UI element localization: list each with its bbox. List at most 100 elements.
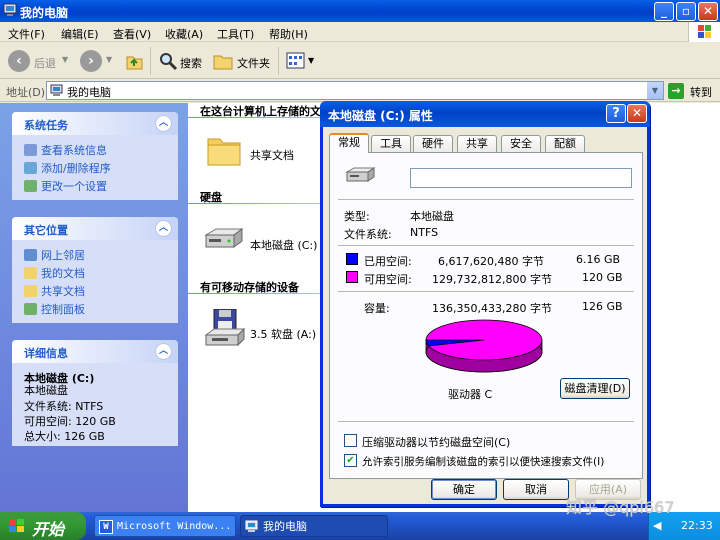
toolbar: ‹ 后退 ▼ › ▼ 搜索 文件夹 ▼ xyxy=(0,43,720,79)
start-label[interactable]: 开始 xyxy=(32,516,64,540)
drive-label: 驱动器 C xyxy=(448,388,493,401)
shared-documents-item[interactable]: 共享文档 xyxy=(206,133,326,173)
up-folder-icon[interactable] xyxy=(124,51,144,71)
shared-documents-label[interactable]: 共享文档 xyxy=(41,285,85,298)
forward-icon[interactable]: › xyxy=(80,50,102,72)
filesystem-value: NTFS xyxy=(410,226,439,239)
menu-file[interactable]: 文件(F) xyxy=(8,26,45,42)
index-label[interactable]: 允许索引服务编制该磁盘的索引以便快速搜索文件(I) xyxy=(362,454,604,469)
tab-general[interactable]: 常规 xyxy=(329,133,369,153)
taskbar-item-my-computer-label[interactable]: 我的电脑 xyxy=(263,520,307,533)
my-documents-label[interactable]: 我的文档 xyxy=(41,267,85,280)
collapse-chevron-icon[interactable]: ︿ xyxy=(155,115,172,132)
views-dropdown-icon[interactable]: ▼ xyxy=(308,56,314,65)
control-panel-icon xyxy=(24,303,37,315)
volume-label-input[interactable] xyxy=(410,168,632,188)
ok-button[interactable]: 确定 xyxy=(431,479,497,500)
menu-edit[interactable]: 编辑(E) xyxy=(61,26,99,42)
dialog-titlebar[interactable]: 本地磁盘 (C:) 属性 ? ✕ xyxy=(320,101,650,127)
used-space-label: 已用空间: xyxy=(364,255,412,268)
folder-icon xyxy=(206,133,242,167)
help-button[interactable]: ? xyxy=(606,104,626,123)
other-places-header[interactable]: 其它位置 ︿ xyxy=(12,217,178,240)
free-space-swatch xyxy=(346,271,358,283)
task-pane: 系统任务 ︿ 查看系统信息 添加/删除程序 更改一个设置 其它位置 ︿ 网上邻居 我… xyxy=(0,103,188,512)
capacity-gb: 126 GB xyxy=(582,300,623,313)
tab-strip: 常规 工具 硬件 共享 安全 配额 xyxy=(329,133,643,153)
menu-view[interactable]: 查看(V) xyxy=(113,26,151,42)
address-dropdown-icon[interactable]: ▼ xyxy=(647,82,663,99)
general-tab-panel: 类型: 本地磁盘 文件系统: NTFS 已用空间: 6,617,620,480 … xyxy=(329,152,643,479)
add-remove-icon xyxy=(24,162,37,174)
compress-label[interactable]: 压缩驱动器以节约磁盘空间(C) xyxy=(362,434,510,450)
folder-icon xyxy=(24,267,37,279)
shared-documents-link[interactable]: 共享文档 xyxy=(24,283,85,299)
go-arrow-icon[interactable]: → xyxy=(668,83,684,99)
view-system-info-label[interactable]: 查看系统信息 xyxy=(41,144,107,157)
menu-favorites[interactable]: 收藏(A) xyxy=(165,26,203,42)
system-info-icon xyxy=(24,144,37,156)
add-remove-programs-link[interactable]: 添加/删除程序 xyxy=(24,160,111,176)
network-icon xyxy=(24,249,37,261)
control-panel-label[interactable]: 控制面板 xyxy=(41,303,85,316)
window-title: 我的电脑 xyxy=(20,6,69,20)
taskbar-item-word[interactable]: W Microsoft Window... xyxy=(94,515,236,537)
tab-hardware[interactable]: 硬件 xyxy=(413,135,453,152)
windows-logo-icon xyxy=(8,518,26,534)
window-titlebar[interactable]: 我的电脑 _ ▫ ✕ xyxy=(0,0,720,22)
back-label[interactable]: 后退 xyxy=(34,55,56,71)
views-icon[interactable] xyxy=(286,51,306,71)
watermark: 知乎 @qpi667 xyxy=(566,498,675,517)
details-kind: 本地磁盘 xyxy=(24,384,68,397)
capacity-bytes: 136,350,433,280 字节 xyxy=(432,302,552,315)
disk-cleanup-button[interactable]: 磁盘清理(D) xyxy=(560,378,630,399)
minimize-button[interactable]: _ xyxy=(654,2,674,21)
go-button[interactable]: → 转到 xyxy=(668,82,718,100)
my-computer-icon xyxy=(50,84,64,98)
compress-checkbox[interactable] xyxy=(344,434,357,447)
go-label[interactable]: 转到 xyxy=(690,84,712,100)
start-button[interactable]: 开始 xyxy=(0,512,86,540)
local-disk-label[interactable]: 本地磁盘 (C:) xyxy=(250,237,317,253)
system-tasks-header[interactable]: 系统任务 ︿ xyxy=(12,112,178,135)
shared-documents-label[interactable]: 共享文档 xyxy=(250,147,294,163)
search-button[interactable]: 搜索 xyxy=(180,55,202,71)
menu-tools[interactable]: 工具(T) xyxy=(217,26,254,42)
dialog-close-button[interactable]: ✕ xyxy=(627,104,647,123)
volume-icon[interactable]: ◀ xyxy=(653,519,661,532)
change-setting-label[interactable]: 更改一个设置 xyxy=(41,180,107,193)
tab-security[interactable]: 安全 xyxy=(501,135,541,152)
taskbar-item-my-computer[interactable]: 我的电脑 xyxy=(240,515,388,537)
clock[interactable]: 22:33 xyxy=(681,519,713,532)
forward-dropdown-icon[interactable]: ▼ xyxy=(106,55,112,64)
maximize-button[interactable]: ▫ xyxy=(676,2,696,21)
control-panel-link[interactable]: 控制面板 xyxy=(24,301,85,317)
taskbar-item-word-label[interactable]: Microsoft Window... xyxy=(117,521,231,532)
network-places-link[interactable]: 网上邻居 xyxy=(24,247,85,263)
index-checkbox[interactable]: ✔ xyxy=(344,454,357,467)
my-documents-link[interactable]: 我的文档 xyxy=(24,265,85,281)
menu-help[interactable]: 帮助(H) xyxy=(269,26,308,42)
floppy-drive-label[interactable]: 3.5 软盘 (A:) xyxy=(250,326,316,342)
details-header[interactable]: 详细信息 ︿ xyxy=(12,340,178,363)
tab-quota[interactable]: 配额 xyxy=(545,135,585,152)
search-icon[interactable] xyxy=(158,51,178,71)
collapse-chevron-icon[interactable]: ︿ xyxy=(155,220,172,237)
back-icon[interactable]: ‹ xyxy=(8,50,30,72)
view-system-info-link[interactable]: 查看系统信息 xyxy=(24,142,107,158)
close-button[interactable]: ✕ xyxy=(698,2,718,21)
cancel-button[interactable]: 取消 xyxy=(503,479,569,500)
folders-button[interactable]: 文件夹 xyxy=(237,55,270,71)
folders-icon[interactable] xyxy=(212,51,234,71)
tab-sharing[interactable]: 共享 xyxy=(457,135,497,152)
address-input[interactable]: 我的电脑 ▼ xyxy=(46,81,664,100)
back-dropdown-icon[interactable]: ▼ xyxy=(62,55,68,64)
tab-tools[interactable]: 工具 xyxy=(371,135,411,152)
local-disk-item[interactable]: 本地磁盘 (C:) xyxy=(202,225,332,259)
collapse-chevron-icon[interactable]: ︿ xyxy=(155,343,172,360)
used-space-gb: 6.16 GB xyxy=(576,253,621,266)
change-setting-link[interactable]: 更改一个设置 xyxy=(24,178,107,194)
network-places-label[interactable]: 网上邻居 xyxy=(41,249,85,262)
floppy-drive-item[interactable]: 3.5 软盘 (A:) xyxy=(204,308,334,349)
add-remove-programs-label[interactable]: 添加/删除程序 xyxy=(41,162,111,175)
